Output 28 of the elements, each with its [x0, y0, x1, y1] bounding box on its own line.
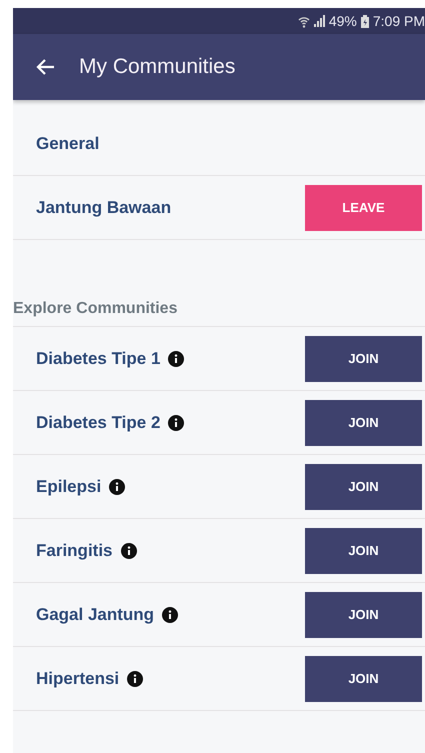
- community-name: Jantung Bawaan: [36, 198, 172, 218]
- join-button[interactable]: JOIN: [305, 528, 422, 574]
- join-button[interactable]: JOIN: [305, 336, 422, 382]
- join-button[interactable]: JOIN: [305, 400, 422, 446]
- toolbar-title: My Communities: [79, 55, 236, 79]
- info-icon[interactable]: [127, 670, 144, 686]
- info-icon[interactable]: [120, 542, 137, 558]
- signal-icon: [314, 15, 325, 27]
- join-button[interactable]: JOIN: [305, 464, 422, 510]
- community-name: Gagal Jantung: [36, 604, 154, 624]
- wifi-icon: [298, 14, 310, 28]
- join-button[interactable]: JOIN: [305, 592, 422, 638]
- battery-percent: 49%: [328, 13, 357, 29]
- community-name: Epilepsi: [36, 476, 102, 496]
- community-name: General: [36, 134, 100, 154]
- leave-button[interactable]: LEAVE: [305, 184, 422, 230]
- community-name: Hipertensi: [36, 668, 120, 688]
- clock-time: 7:09 PM: [372, 13, 425, 29]
- section-heading: Explore Communities: [13, 300, 178, 317]
- info-icon[interactable]: [162, 606, 178, 622]
- community-name: Faringitis: [36, 540, 113, 560]
- info-icon[interactable]: [168, 414, 184, 430]
- info-icon[interactable]: [109, 478, 126, 494]
- join-button[interactable]: JOIN: [305, 656, 422, 702]
- community-name: Diabetes Tipe 2: [36, 412, 160, 432]
- community-name: Diabetes Tipe 1: [36, 348, 160, 368]
- info-icon[interactable]: [168, 350, 184, 366]
- battery-icon: [360, 14, 369, 28]
